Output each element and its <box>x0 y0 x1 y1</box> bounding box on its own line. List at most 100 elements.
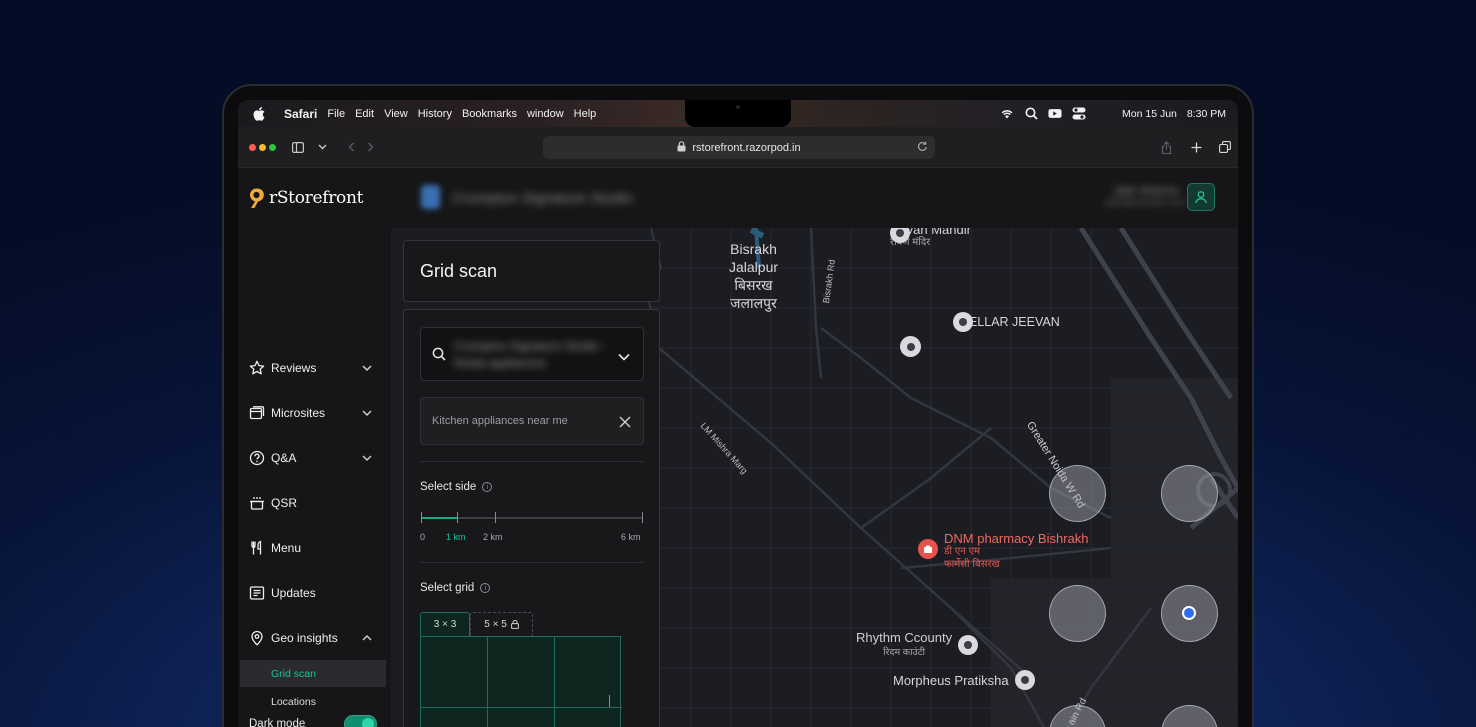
window-minimize-button[interactable] <box>259 144 266 151</box>
map-pin-stellar-jeevan[interactable]: STELLAR JEEVAN <box>953 312 1060 332</box>
info-icon[interactable]: i <box>480 583 491 593</box>
keyword-text: Kitchen appliances near me <box>432 415 568 427</box>
side-option-0[interactable]: 0 <box>420 532 425 542</box>
business-name[interactable]: Crompton Signature Studio <box>452 190 633 207</box>
side-option-2km[interactable]: 2 km <box>483 532 503 542</box>
lock-icon <box>510 620 519 629</box>
lock-icon <box>677 140 686 155</box>
newspaper-icon <box>248 584 266 602</box>
residence-icon <box>1014 670 1035 690</box>
question-icon <box>248 449 266 467</box>
sidebar-item-label: Updates <box>271 586 316 600</box>
back-icon[interactable] <box>343 139 359 155</box>
map-pin-rhythm-county[interactable]: Rhythm Ccounty रिदम काउंटी <box>856 630 979 660</box>
brand-logo[interactable]: rStorefront <box>248 187 363 209</box>
sidebar-item-microsites[interactable]: Microsites <box>238 398 388 428</box>
share-icon[interactable] <box>1158 139 1174 155</box>
location-select[interactable]: Crompton Signature Studio - Noida applia… <box>420 327 644 381</box>
side-slider[interactable] <box>421 512 643 523</box>
pot-icon <box>248 494 266 512</box>
sidebar-item-label: QSR <box>271 496 298 510</box>
sidebar-subitem-grid-scan[interactable]: Grid scan <box>240 660 386 687</box>
user-avatar-button[interactable] <box>1187 183 1215 211</box>
map-label-bisrakh: Bisrakh Jalalpur बिसरख जलालपुर <box>729 241 779 311</box>
keyword-input[interactable]: Kitchen appliances near me <box>420 397 644 445</box>
map-pin-morpheus[interactable]: Morpheus Pratiksha <box>893 670 1035 690</box>
map-pin-pharmacy[interactable]: DNM pharmacy Bishrakh डी एन एम फार्मेसी … <box>918 532 1089 571</box>
sidebar-item-menu[interactable]: Menu <box>238 533 388 563</box>
select-side-label: Select side i <box>420 481 493 493</box>
residence-icon <box>958 635 979 655</box>
map-marker-icon[interactable] <box>900 336 921 357</box>
sidebar-item-reviews[interactable]: Reviews <box>238 353 388 383</box>
clear-icon[interactable] <box>619 415 631 433</box>
side-option-6km[interactable]: 6 km <box>621 532 641 542</box>
forward-icon[interactable] <box>362 139 378 155</box>
browser-toolbar: rstorefront.razorpod.in <box>238 127 1238 168</box>
sidebar-item-updates[interactable]: Updates <box>238 578 388 608</box>
chevron-up-icon <box>362 634 372 641</box>
new-tab-icon[interactable] <box>1188 139 1204 155</box>
chevron-down-icon <box>362 365 372 372</box>
building-icon <box>953 312 973 332</box>
active-app-name[interactable]: Safari <box>284 107 317 121</box>
slider-tick <box>457 512 458 523</box>
apple-icon[interactable] <box>252 106 266 121</box>
screen-record-icon[interactable] <box>1048 107 1062 121</box>
selected-location: Crompton Signature Studio - Noida applia… <box>454 339 607 370</box>
side-option-1km[interactable]: 1 km <box>446 532 466 542</box>
screen: Safari File Edit View History Bookmarks … <box>238 100 1238 727</box>
dark-mode-label: Dark mode <box>249 718 306 727</box>
menu-file[interactable]: File <box>327 108 345 120</box>
menubar-time[interactable]: 8:30 PM <box>1187 108 1226 120</box>
sidebar-item-label: Microsites <box>271 406 326 420</box>
wifi-icon[interactable] <box>1000 107 1014 121</box>
sidebar-item-label: Geo insights <box>271 631 338 645</box>
user-email: jatin@example.com <box>1106 197 1186 207</box>
grid-point[interactable] <box>1049 585 1106 642</box>
chevron-down-icon <box>618 348 630 366</box>
divider <box>420 562 644 563</box>
divider <box>420 461 644 462</box>
grid-option-5x5[interactable]: 5 × 5 <box>470 612 533 636</box>
window-zoom-button[interactable] <box>269 144 276 151</box>
tab-overview-icon[interactable] <box>1217 139 1233 155</box>
map-pin-ravan-mandir[interactable]: Ravan Mandir रावण मंदिर <box>890 228 971 249</box>
microsites-icon <box>248 404 266 422</box>
dark-mode-row: Dark mode <box>238 708 391 727</box>
reload-icon[interactable] <box>917 141 928 155</box>
user-info[interactable]: Jatin Sharma jatin@example.com <box>1106 185 1186 207</box>
menu-history[interactable]: History <box>418 108 452 120</box>
dark-mode-toggle[interactable] <box>344 715 377 727</box>
menu-window[interactable]: window <box>527 108 564 120</box>
chevron-down-icon[interactable] <box>314 139 330 155</box>
brand-name: rStorefront <box>269 188 364 208</box>
menu-bookmarks[interactable]: Bookmarks <box>462 108 517 120</box>
grid-point[interactable] <box>1049 465 1106 522</box>
info-icon[interactable]: i <box>482 482 493 492</box>
control-center-icon[interactable] <box>1072 107 1086 121</box>
grid-point[interactable] <box>1161 465 1218 522</box>
sidebar-item-label: Reviews <box>271 361 317 375</box>
sidebar-item-qa[interactable]: Q&A <box>238 443 388 473</box>
location-pin-icon <box>248 629 266 647</box>
menu-view[interactable]: View <box>384 108 408 120</box>
sidebar-toggle-icon[interactable] <box>290 139 306 155</box>
grid-option-3x3[interactable]: 3 × 3 <box>420 612 470 636</box>
menu-edit[interactable]: Edit <box>355 108 374 120</box>
business-avatar[interactable] <box>421 185 440 209</box>
grid-point-center[interactable] <box>1161 585 1218 642</box>
spotlight-search-icon[interactable] <box>1024 107 1038 121</box>
cutlery-icon <box>248 539 266 557</box>
sidebar-item-qsr[interactable]: QSR <box>238 488 388 518</box>
address-bar[interactable]: rstorefront.razorpod.in <box>543 136 935 159</box>
slider-tick <box>642 512 643 523</box>
menubar-date[interactable]: Mon 15 Jun <box>1122 108 1177 120</box>
window-close-button[interactable] <box>249 144 256 151</box>
chevron-down-icon <box>362 455 372 462</box>
menu-help[interactable]: Help <box>574 108 597 120</box>
sidebar-item-geo-insights[interactable]: Geo insights <box>238 623 388 653</box>
rstorefront-logo-icon <box>250 188 264 208</box>
camera-notch <box>685 100 791 127</box>
select-grid-label: Select grid i <box>420 582 491 594</box>
